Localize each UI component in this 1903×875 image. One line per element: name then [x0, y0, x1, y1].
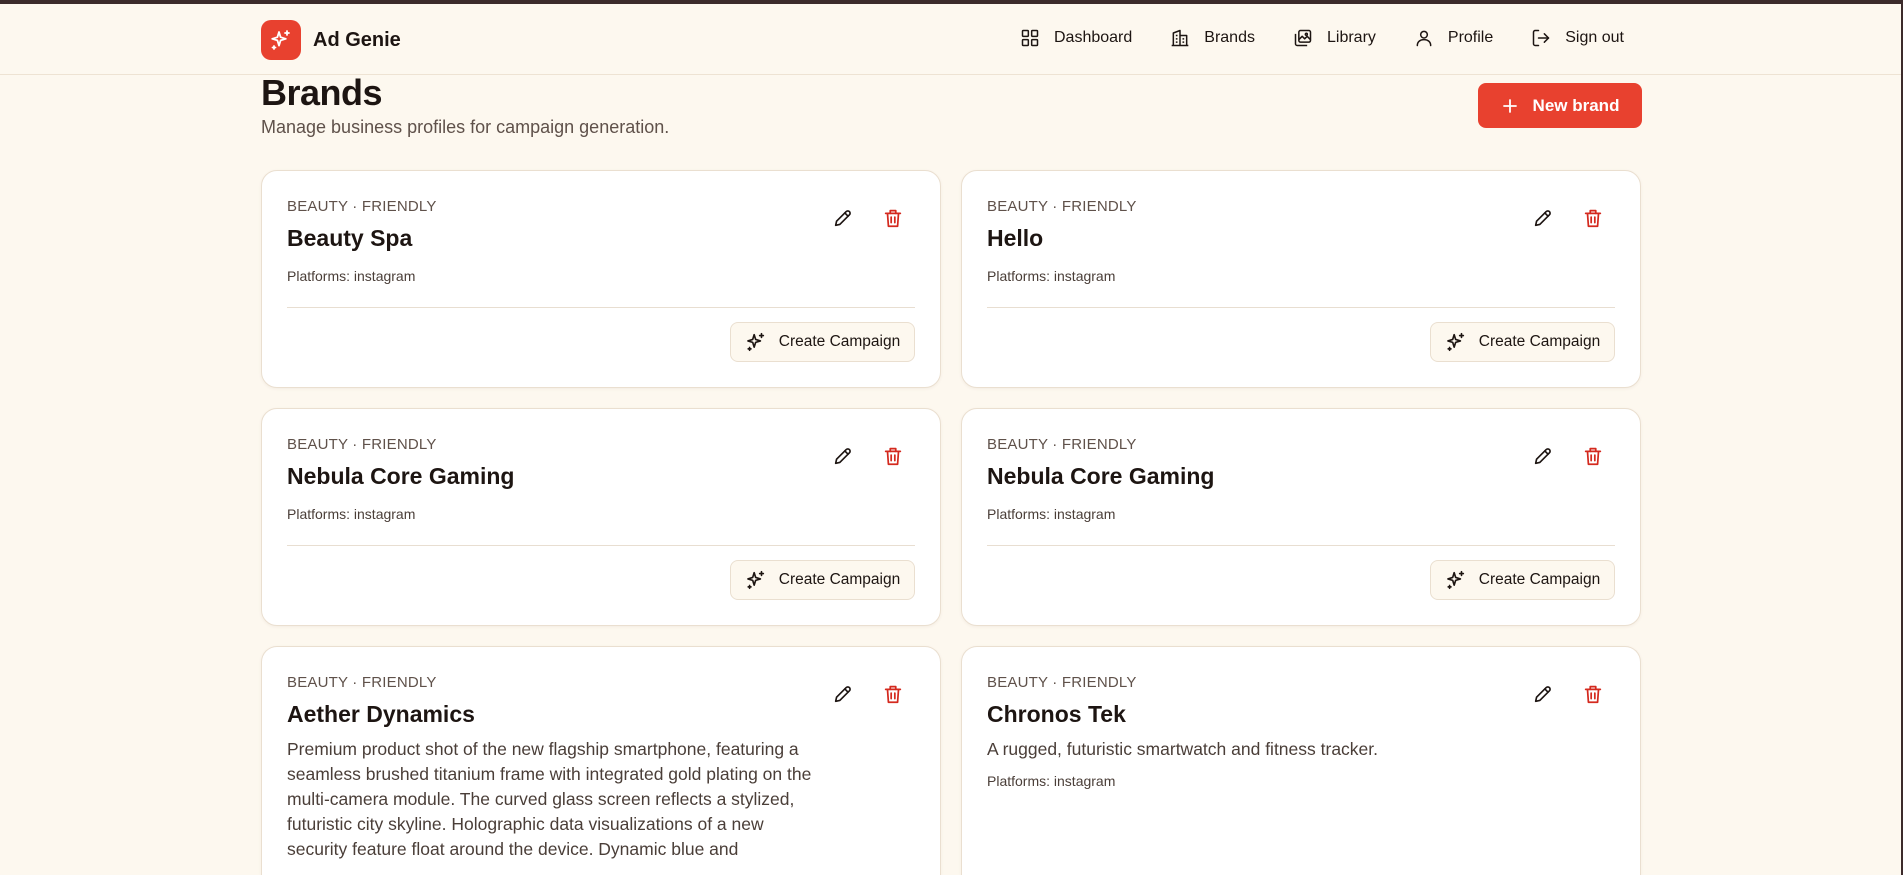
create-campaign-label: Create Campaign [1478, 333, 1601, 350]
brand-category: BEAUTY · FRIENDLY [987, 198, 1137, 215]
create-campaign-button[interactable]: Create Campaign [730, 322, 915, 362]
create-campaign-label: Create Campaign [778, 571, 901, 588]
card-divider [987, 545, 1615, 546]
images-icon [1294, 29, 1312, 47]
grid-icon [1021, 29, 1039, 47]
edit-brand-button[interactable] [1530, 205, 1556, 231]
logout-icon [1533, 29, 1550, 47]
brand-platforms: Platforms: instagram [287, 506, 416, 522]
edit-brand-button[interactable] [830, 681, 856, 707]
brand-platforms: Platforms: instagram [987, 773, 1116, 789]
brand-description: Premium product shot of the new flagship… [287, 739, 812, 859]
sparkle-icon [746, 570, 764, 590]
brand-card: BEAUTY · FRIENDLY Nebula Core Gaming Pla… [961, 408, 1641, 626]
pencil-icon [834, 686, 851, 703]
sparkle-icon [1446, 570, 1464, 590]
nav-label: Brands [1204, 29, 1255, 46]
brand-name: Nebula Core Gaming [287, 463, 515, 489]
sparkle-icon [1446, 332, 1464, 352]
brand-card: BEAUTY · FRIENDLY Beauty Spa Platforms: … [261, 170, 941, 388]
nav-label: Library [1326, 29, 1376, 46]
brand-name: Aether Dynamics [287, 701, 475, 727]
app-name: Ad Genie [313, 28, 401, 51]
edit-brand-button[interactable] [1530, 443, 1556, 469]
edit-brand-button[interactable] [1530, 681, 1556, 707]
page-subtitle: Manage business profiles for campaign ge… [261, 117, 670, 137]
brand-name: Hello [987, 225, 1044, 251]
nav-label: Sign out [1565, 29, 1624, 46]
plus-icon [1502, 98, 1517, 113]
brand-card: BEAUTY · FRIENDLY Chronos Tek A rugged, … [961, 646, 1641, 875]
brand-name: Beauty Spa [287, 225, 413, 251]
create-campaign-label: Create Campaign [778, 333, 901, 350]
brand-card: BEAUTY · FRIENDLY Aether Dynamics Premiu… [261, 646, 941, 875]
trash-icon [884, 209, 902, 228]
edit-brand-button[interactable] [830, 443, 856, 469]
card-divider [287, 545, 915, 546]
nav-label: Profile [1447, 29, 1494, 46]
brand-category: BEAUTY · FRIENDLY [987, 436, 1137, 453]
trash-icon [1584, 447, 1602, 466]
brand-name: Nebula Core Gaming [987, 463, 1215, 489]
delete-brand-button[interactable] [880, 443, 906, 469]
user-icon [1416, 30, 1432, 47]
trash-icon [1584, 209, 1602, 228]
brand-category: BEAUTY · FRIENDLY [287, 198, 437, 215]
sparkle-icon [746, 332, 764, 352]
brand-category: BEAUTY · FRIENDLY [287, 436, 437, 453]
brand-description: A rugged, futuristic smartwatch and fitn… [987, 739, 1379, 759]
brand-name: Chronos Tek [987, 701, 1126, 727]
create-campaign-button[interactable]: Create Campaign [1430, 322, 1615, 362]
top-header: Ad Genie Dashboard Brands Library Profil… [0, 4, 1901, 75]
sparkle-logo-icon [261, 20, 301, 60]
trash-icon [884, 685, 902, 704]
nav-item-sign-out[interactable]: Sign out [1531, 28, 1624, 48]
brand-platforms: Platforms: instagram [287, 268, 416, 284]
nav-item-profile[interactable]: Profile [1414, 28, 1493, 48]
delete-brand-button[interactable] [880, 681, 906, 707]
app-brand[interactable]: Ad Genie [261, 20, 401, 60]
delete-brand-button[interactable] [880, 205, 906, 231]
create-campaign-button[interactable]: Create Campaign [1430, 560, 1615, 600]
delete-brand-button[interactable] [1580, 681, 1606, 707]
brand-platforms: Platforms: instagram [987, 506, 1116, 522]
brand-card: BEAUTY · FRIENDLY Hello Platforms: insta… [961, 170, 1641, 388]
delete-brand-button[interactable] [1580, 443, 1606, 469]
brand-card: BEAUTY · FRIENDLY Nebula Core Gaming Pla… [261, 408, 941, 626]
card-divider [287, 307, 915, 308]
pencil-icon [1534, 686, 1551, 703]
edit-brand-button[interactable] [830, 205, 856, 231]
create-campaign-button[interactable]: Create Campaign [730, 560, 915, 600]
main-nav: Dashboard Brands Library Profile Sign ou… [1020, 28, 1624, 48]
new-brand-label: New brand [1532, 95, 1620, 115]
trash-icon [884, 447, 902, 466]
trash-icon [1584, 685, 1602, 704]
nav-item-brands[interactable]: Brands [1170, 28, 1255, 48]
page-title: Brands [261, 72, 383, 113]
pencil-icon [1534, 210, 1551, 227]
delete-brand-button[interactable] [1580, 205, 1606, 231]
create-campaign-label: Create Campaign [1478, 571, 1601, 588]
brand-category: BEAUTY · FRIENDLY [987, 674, 1137, 691]
brand-platforms: Platforms: instagram [987, 268, 1116, 284]
nav-label: Dashboard [1054, 29, 1133, 46]
pencil-icon [1534, 448, 1551, 465]
brand-category: BEAUTY · FRIENDLY [287, 674, 437, 691]
pencil-icon [834, 448, 851, 465]
nav-item-dashboard[interactable]: Dashboard [1020, 28, 1132, 48]
nav-item-library[interactable]: Library [1293, 28, 1376, 48]
new-brand-button[interactable]: New brand [1478, 83, 1642, 128]
building-icon [1171, 29, 1189, 47]
pencil-icon [834, 210, 851, 227]
card-divider [987, 307, 1615, 308]
